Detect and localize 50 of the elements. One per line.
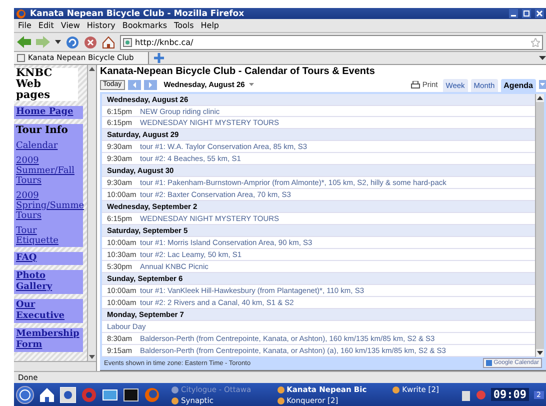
nav-link[interactable]: Home Page bbox=[16, 106, 81, 118]
sidebar-title: KNBC Web pages bbox=[14, 68, 78, 101]
pc-menu-icon[interactable] bbox=[16, 386, 34, 404]
printer-icon bbox=[411, 80, 420, 89]
date-dropdown-icon[interactable] bbox=[248, 82, 255, 88]
page-icon bbox=[123, 38, 132, 46]
reload-icon[interactable] bbox=[66, 36, 79, 48]
nav-link[interactable]: FAQ bbox=[16, 252, 81, 264]
bookmark-star-icon[interactable] bbox=[531, 38, 540, 46]
maximize-icon[interactable] bbox=[522, 9, 531, 18]
nav-link[interactable]: Calendar bbox=[16, 140, 81, 151]
menu-item[interactable]: Help bbox=[200, 21, 220, 30]
scroll-down-icon[interactable] bbox=[536, 348, 544, 357]
view-tab[interactable]: Agenda bbox=[500, 78, 536, 92]
nav-link[interactable]: Tour Etiquette bbox=[16, 226, 81, 246]
page-icon bbox=[17, 54, 25, 62]
home-folder-icon[interactable] bbox=[39, 386, 55, 403]
menu-item[interactable]: Bookmarks bbox=[122, 21, 168, 30]
address-bar[interactable]: http://knbc.ca/ bbox=[120, 34, 543, 50]
terminal-icon[interactable] bbox=[123, 386, 139, 403]
vertical-scrollbar[interactable] bbox=[535, 94, 544, 357]
nav-link[interactable]: 2009 Summer/Fall Tours bbox=[16, 156, 81, 186]
menu-item[interactable]: File bbox=[18, 21, 32, 30]
menu-item[interactable]: Edit bbox=[38, 21, 54, 30]
stop-icon[interactable] bbox=[84, 36, 97, 48]
menu-item[interactable]: View bbox=[60, 21, 80, 30]
calendar-icon bbox=[486, 360, 492, 366]
window-title: Kanata Nepean Bicycle Club - Mozilla Firefox bbox=[30, 8, 246, 19]
trash-icon[interactable] bbox=[461, 388, 472, 401]
section-heading: Tour Info bbox=[16, 124, 69, 136]
nav-link[interactable]: Photo Gallery bbox=[16, 270, 81, 293]
home-icon[interactable] bbox=[102, 36, 115, 48]
vertical-scrollbar[interactable] bbox=[87, 64, 96, 361]
menu-item[interactable]: Tools bbox=[174, 21, 194, 30]
monitor-icon[interactable] bbox=[102, 386, 118, 403]
url-text: http://knbc.ca/ bbox=[135, 38, 194, 46]
clock: 09:09 bbox=[491, 388, 529, 402]
scroll-up-icon[interactable] bbox=[536, 94, 544, 102]
minimize-icon[interactable] bbox=[509, 9, 518, 18]
menu-item[interactable]: History bbox=[86, 21, 116, 30]
calendar-title: Kanata-Nepean Bicycle Club - Calendar of Tours & Events bbox=[100, 66, 376, 78]
nav-link[interactable]: Our Executive bbox=[16, 300, 81, 322]
close-icon[interactable] bbox=[535, 9, 544, 18]
back-icon[interactable] bbox=[17, 36, 31, 48]
dropdown-icon[interactable] bbox=[55, 40, 61, 44]
nav-link[interactable]: 2009 Spring/Summe Tours bbox=[16, 190, 81, 221]
new-tab-plus-icon[interactable] bbox=[154, 52, 164, 63]
horizontal-scrollbar[interactable] bbox=[14, 360, 96, 371]
nav-link[interactable]: Membership Form bbox=[16, 328, 81, 351]
app-icon bbox=[392, 386, 400, 394]
